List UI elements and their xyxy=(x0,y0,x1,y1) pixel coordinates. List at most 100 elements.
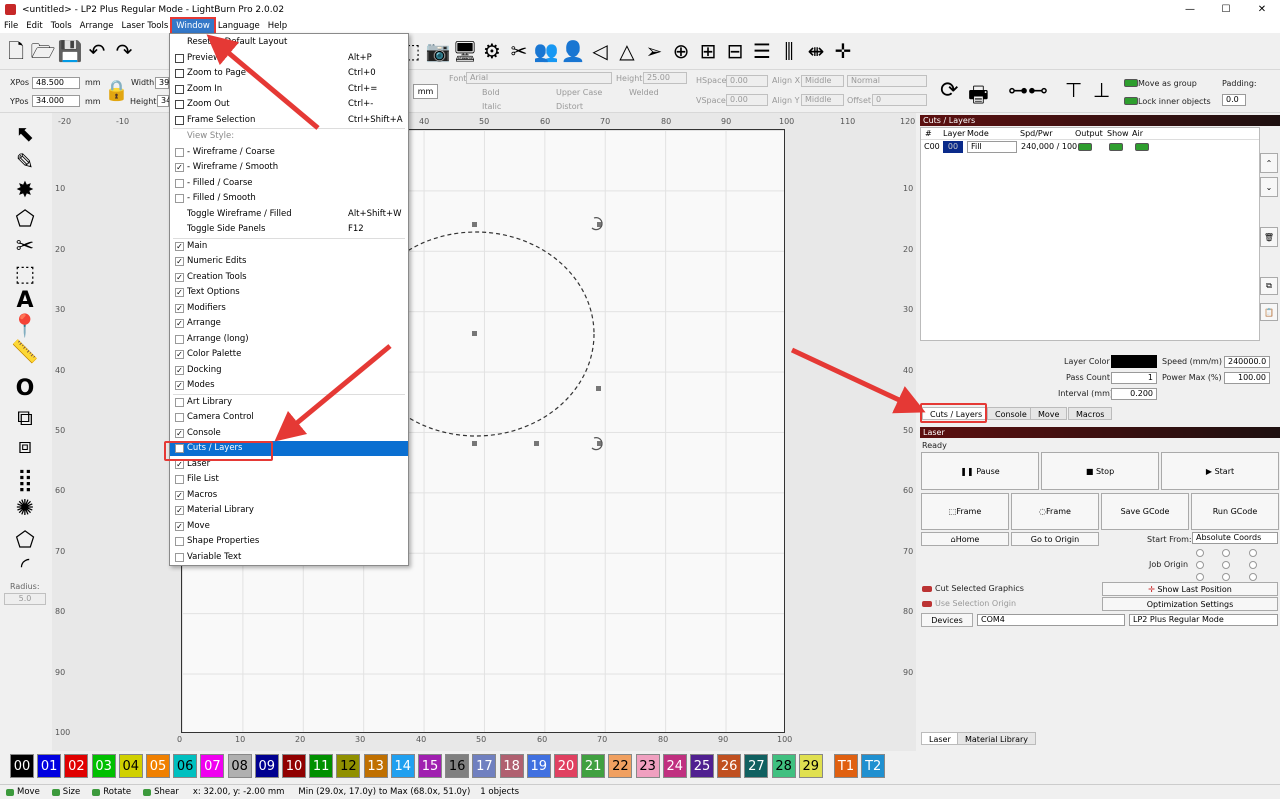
move-layer-up-icon[interactable]: ⌃ xyxy=(1260,153,1278,173)
grid-array-icon[interactable]: ⣿ xyxy=(10,467,40,495)
menu-file[interactable]: File xyxy=(0,19,22,33)
menu-item-variable-text[interactable]: Variable Text xyxy=(170,550,408,565)
tab-macros[interactable]: Macros xyxy=(1068,407,1113,420)
menu-edit[interactable]: Edit xyxy=(22,19,46,33)
palette-swatch-19[interactable]: 19 xyxy=(526,754,551,778)
palette-swatch-27[interactable]: 27 xyxy=(744,754,769,778)
menu-item-frame-selection[interactable]: Frame Selection Ctrl+Shift+A xyxy=(170,113,408,128)
boolean-subtract-icon[interactable]: ⧈ xyxy=(10,433,40,461)
menu-item-modes[interactable]: ✓ Modes xyxy=(170,378,408,393)
menu-item-arrange[interactable]: ✓ Arrange xyxy=(170,316,408,331)
menu-item-docking[interactable]: ✓ Docking xyxy=(170,363,408,378)
size-check-icon[interactable] xyxy=(51,788,60,796)
palette-swatch-28[interactable]: 28 xyxy=(771,754,796,778)
move-layer-down-icon[interactable]: ⌄ xyxy=(1260,177,1278,197)
polygon-tool-icon[interactable]: ⬠ xyxy=(10,206,40,234)
job-origin-grid[interactable] xyxy=(1194,548,1260,582)
tools-icon[interactable]: ✂ xyxy=(506,38,532,64)
edit-nodes-icon[interactable]: ✸ xyxy=(10,177,40,205)
cross-icon[interactable]: ✛ xyxy=(830,38,856,64)
menu-item-macros[interactable]: ✓ Macros xyxy=(170,488,408,503)
camera-icon[interactable]: 📷 xyxy=(425,38,451,64)
speed-input[interactable]: 240000.0 xyxy=(1224,356,1270,368)
menu-item-move[interactable]: ✓ Move xyxy=(170,519,408,534)
text-height-input[interactable]: 25.00 xyxy=(643,72,687,84)
menu-item-filled-smooth[interactable]: - Filled / Smooth xyxy=(170,191,408,206)
stop-button[interactable]: ■ Stop xyxy=(1041,452,1159,490)
rotate-check-icon[interactable] xyxy=(92,788,101,796)
chamfer-tool-icon[interactable]: ⬠ xyxy=(10,527,40,555)
menu-item-console[interactable]: ✓ Console xyxy=(170,426,408,441)
layer-color-chip[interactable]: 00 xyxy=(943,141,963,153)
target-icon[interactable]: ⊕ xyxy=(668,38,694,64)
menu-item-numeric-edits[interactable]: ✓ Numeric Edits xyxy=(170,254,408,269)
measure-tool-icon[interactable]: 📏 xyxy=(10,339,40,367)
rectangle-tool-icon[interactable]: ⬚ xyxy=(10,261,40,289)
width-input[interactable]: 39 xyxy=(155,77,169,89)
palette-swatch-t2[interactable]: T2 xyxy=(861,754,886,778)
base-icon[interactable]: ⊥ xyxy=(1093,78,1110,102)
menu-item-reset-to-default-layout[interactable]: Reset to Default Layout xyxy=(170,35,408,50)
new-file-icon[interactable]: 🗋 xyxy=(3,38,29,64)
palette-swatch-15[interactable]: 15 xyxy=(418,754,442,778)
palette-swatch-00[interactable]: 00 xyxy=(10,754,34,778)
tab-console[interactable]: Console xyxy=(987,407,1035,420)
layer-mode-select[interactable]: Fill xyxy=(967,141,1017,153)
h-distribute-icon[interactable]: ☰ xyxy=(749,38,775,64)
menu-item-zoom-in[interactable]: Zoom In Ctrl+= xyxy=(170,82,408,97)
palette-swatch-24[interactable]: 24 xyxy=(662,754,687,778)
menu-language[interactable]: Language xyxy=(214,19,264,33)
palette-swatch-09[interactable]: 09 xyxy=(254,754,279,778)
tab-laser[interactable]: Laser xyxy=(921,732,959,745)
menu-item-preview[interactable]: Preview Alt+P xyxy=(170,51,408,66)
fillet-tool-icon[interactable]: ◜ xyxy=(10,553,40,581)
menu-item-toggle-wireframe-filled[interactable]: Toggle Wireframe / Filled Alt+Shift+W xyxy=(170,207,408,222)
menu-item-zoom-out[interactable]: Zoom Out Ctrl+- xyxy=(170,97,408,112)
palette-swatch-17[interactable]: 17 xyxy=(472,754,497,778)
font-select[interactable]: Arial xyxy=(466,72,612,84)
bold-label[interactable]: Bold xyxy=(482,88,500,97)
palette-swatch-18[interactable]: 18 xyxy=(499,754,524,778)
palette-swatch-16[interactable]: 16 xyxy=(445,754,470,778)
distort-label[interactable]: Distort xyxy=(556,102,583,111)
v-distribute-icon[interactable]: ⫼ xyxy=(776,38,802,64)
palette-swatch-01[interactable]: 01 xyxy=(37,754,62,778)
maximize-button[interactable]: ☐ xyxy=(1208,0,1244,19)
flip-icon[interactable]: △ xyxy=(614,38,640,64)
frame-button[interactable]: ⬚ Frame xyxy=(921,493,1009,530)
move-icon[interactable]: ⇼ xyxy=(803,38,829,64)
tab-move[interactable]: Move xyxy=(1030,407,1068,420)
mirror-icon[interactable]: ◁ xyxy=(587,38,613,64)
go-to-origin-button[interactable]: Go to Origin xyxy=(1011,532,1099,546)
start-from-select[interactable]: Absolute Coords xyxy=(1192,532,1278,544)
palette-swatch-25[interactable]: 25 xyxy=(690,754,714,778)
menu-arrange[interactable]: Arrange xyxy=(76,19,118,33)
palette-swatch-04[interactable]: 04 xyxy=(118,754,143,778)
use-selection-origin-toggle[interactable] xyxy=(922,601,932,607)
printer-icon[interactable]: 🖶 xyxy=(968,78,989,116)
user-icon[interactable]: 👤 xyxy=(560,38,586,64)
palette-swatch-08[interactable]: 08 xyxy=(227,754,252,778)
menu-item-wireframe-smooth[interactable]: ✓ - Wireframe / Smooth xyxy=(170,160,408,175)
send-icon[interactable]: ➢ xyxy=(641,38,667,64)
circular-array-icon[interactable]: ✺ xyxy=(10,495,40,523)
group-icon[interactable]: 👥 xyxy=(533,38,559,64)
home-button[interactable]: ⌂ Home xyxy=(921,532,1009,546)
menu-item-filled-coarse[interactable]: - Filled / Coarse xyxy=(170,176,408,191)
unit-button[interactable]: mm xyxy=(413,84,438,99)
save-icon[interactable]: 💾 xyxy=(57,38,83,64)
minimize-button[interactable]: — xyxy=(1172,0,1208,19)
pencil-tool-icon[interactable]: ✎ xyxy=(10,149,40,177)
undo-icon[interactable]: ↶ xyxy=(84,38,110,64)
height-input[interactable]: 34 xyxy=(157,95,171,107)
power-max-input[interactable]: 100.00 xyxy=(1224,372,1270,384)
tab-material-library[interactable]: Material Library xyxy=(957,732,1037,745)
lock-icon[interactable]: 🔒 xyxy=(104,78,129,102)
stack-icon[interactable]: ⊤ xyxy=(1065,78,1082,102)
distribute-icon[interactable]: ⊟ xyxy=(722,38,748,64)
palette-swatch-14[interactable]: 14 xyxy=(390,754,415,778)
italic-label[interactable]: Italic xyxy=(482,102,501,111)
menu-item-camera-control[interactable]: Camera Control xyxy=(170,410,408,425)
menu-item-main[interactable]: ✓ Main xyxy=(170,239,408,254)
close-button[interactable]: ✕ xyxy=(1244,0,1280,19)
